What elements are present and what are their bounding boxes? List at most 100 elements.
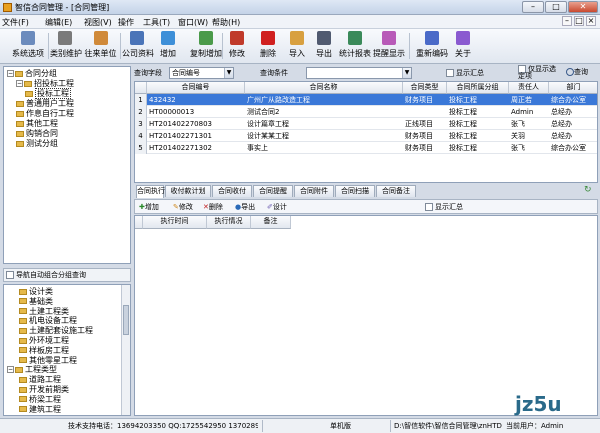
menu-view[interactable]: 视图(V)	[84, 17, 112, 28]
minimize-button[interactable]: –	[522, 1, 544, 13]
toolbar-edit-button[interactable]: 修改	[226, 31, 248, 59]
cell-contract-name[interactable]: 设计篇章工程	[247, 118, 401, 130]
only-selected-toggle[interactable]: 仅显示选定项	[518, 65, 562, 80]
toolbar-recode-button[interactable]: 重新编码	[414, 31, 450, 59]
nav-tree-node[interactable]: 土建工程类	[19, 307, 69, 316]
toolbar-copy-add-button[interactable]: 复制增加	[187, 31, 225, 59]
cell-contract-group[interactable]: 投标工程	[449, 118, 507, 130]
cell-contract-name[interactable]: 设计某某工程	[247, 130, 401, 142]
collapse-icon[interactable]: −	[16, 80, 23, 87]
detail-export-button[interactable]: ●导出	[235, 202, 255, 212]
detail-summary-checkbox[interactable]	[425, 203, 433, 211]
toolbar-tools-button[interactable]: 类别维护	[50, 31, 82, 59]
cell-contract-name[interactable]: 广州广从路改造工程	[247, 94, 401, 106]
dropdown-arrow-icon[interactable]: ▼	[402, 68, 411, 78]
cell-owner[interactable]: 关羽	[511, 130, 547, 142]
cell-owner[interactable]: 张飞	[511, 118, 547, 130]
menu-operation[interactable]: 操作	[118, 17, 134, 28]
detail-design-button[interactable]: ✐设计	[267, 202, 287, 212]
nav-tree-node[interactable]: 基础类	[19, 297, 53, 306]
toolbar-add-button[interactable]: 增加	[157, 31, 179, 59]
cell-contract-name[interactable]: 事实上	[247, 142, 401, 154]
row-number[interactable]: 1	[135, 94, 147, 106]
grid-col-contract-no[interactable]: 合同编号	[147, 82, 245, 94]
tree-node[interactable]: − 招投标工程	[16, 79, 74, 88]
grid-col-contract-group[interactable]: 合同所属分组	[447, 82, 509, 94]
menu-file[interactable]: 文件(F)	[2, 17, 29, 28]
cell-contract-no[interactable]: HT201402270803	[149, 118, 243, 130]
mdi-restore-icon[interactable]: □	[574, 16, 584, 26]
toolbar-report-button[interactable]: 统计报表	[338, 31, 372, 59]
row-number[interactable]: 4	[135, 130, 147, 142]
toolbar-person-button[interactable]: 往来单位	[83, 31, 118, 59]
detail-add-button[interactable]: ✚增加	[139, 202, 159, 212]
cell-contract-no[interactable]: HT201402271301	[149, 130, 243, 142]
cell-department[interactable]: 综合办公室	[551, 94, 597, 106]
collapse-icon[interactable]: −	[7, 366, 14, 374]
cell-contract-type[interactable]: 财务项目	[405, 142, 445, 154]
toolbar-delete-button[interactable]: 删除	[257, 31, 279, 59]
mdi-close-icon[interactable]: ×	[586, 16, 596, 26]
tab-3[interactable]: 合同提醒	[253, 185, 293, 197]
tree-node[interactable]: 其他工程	[16, 119, 58, 128]
toolbar-settings-button[interactable]: 系统选项	[12, 31, 44, 59]
nav-tree-node[interactable]: 机电设备工程	[19, 316, 77, 325]
tab-4[interactable]: 合同附件	[294, 185, 334, 197]
nav-tree-node[interactable]: 桥梁工程	[19, 395, 61, 404]
nav-tree-node[interactable]: − 工程类型	[7, 365, 57, 374]
cell-contract-no[interactable]: HT00000013	[149, 106, 243, 118]
tree-root[interactable]: − 合同分组	[7, 69, 57, 78]
toolbar-import-button[interactable]: 导入	[286, 31, 308, 59]
menu-edit[interactable]: 编辑(E)	[45, 17, 72, 28]
nav-tree-node[interactable]: 样板房工程	[19, 346, 69, 355]
toolbar-people-button[interactable]: 公司资料	[122, 31, 154, 59]
nav-tree-node[interactable]: 设计类	[19, 287, 53, 296]
nav-tree-node[interactable]: 其他零星工程	[19, 356, 77, 365]
tab-5[interactable]: 合同扫描	[335, 185, 375, 197]
cell-owner[interactable]: Admin	[511, 106, 547, 118]
row-number[interactable]: 2	[135, 106, 147, 118]
grid-col-contract-name[interactable]: 合同名称	[245, 82, 403, 94]
toolbar-export-button[interactable]: 导出	[313, 31, 335, 59]
cell-department[interactable]: 总经办	[551, 118, 597, 130]
grid-col-owner[interactable]: 责任人	[509, 82, 549, 94]
nav-query-bar[interactable]: 导航自动组合分组查询	[3, 268, 131, 282]
tab-6[interactable]: 合同备注	[376, 185, 416, 197]
cell-contract-no[interactable]: HT201402271302	[149, 142, 243, 154]
row-number[interactable]: 5	[135, 142, 147, 154]
nav-query-checkbox[interactable]	[6, 271, 14, 279]
tree-node[interactable]: 投标工程	[25, 88, 71, 99]
search-button[interactable]: 查询	[566, 67, 588, 77]
nav-tree-node[interactable]: 外环境工程	[19, 336, 69, 345]
detail-col-status[interactable]: 执行情况	[207, 216, 251, 229]
close-button[interactable]: ✕	[568, 1, 598, 13]
grid-col-department[interactable]: 部门	[549, 82, 597, 94]
cell-contract-no[interactable]: 432432	[149, 94, 243, 106]
collapse-icon[interactable]: −	[7, 70, 14, 77]
menu-window[interactable]: 窗口(W)	[178, 17, 208, 28]
nav-tree-node[interactable]: 道路工程	[19, 375, 61, 384]
detail-col-time[interactable]: 执行时间	[143, 216, 207, 229]
tree-node[interactable]: 普通用户工程	[16, 99, 74, 108]
grid-col-contract-type[interactable]: 合同类型	[403, 82, 447, 94]
detail-delete-button[interactable]: ✕删除	[203, 202, 223, 212]
cell-contract-group[interactable]: 投标工程	[449, 94, 507, 106]
cell-owner[interactable]: 张飞	[511, 142, 547, 154]
cell-contract-name[interactable]: 测试合同2	[247, 106, 401, 118]
cell-department[interactable]: 综合办公室	[551, 142, 597, 154]
summary-checkbox[interactable]	[446, 69, 454, 77]
cell-contract-type[interactable]: 财务项目	[405, 94, 445, 106]
tab-2[interactable]: 合同收付	[212, 185, 252, 197]
tree-node[interactable]: 测试分组	[16, 139, 58, 148]
cell-contract-group[interactable]: 投标工程	[449, 142, 507, 154]
query-field-select[interactable]: 合同编号 ▼	[169, 67, 234, 79]
cell-contract-group[interactable]: 投标工程	[449, 106, 507, 118]
nav-tree-scrollbar[interactable]	[121, 285, 130, 415]
nav-tree-node[interactable]: 开发前期类	[19, 385, 69, 394]
query-cond-input[interactable]: ▼	[306, 67, 412, 79]
cell-contract-type[interactable]: 正线项目	[405, 118, 445, 130]
menu-tools[interactable]: 工具(T)	[143, 17, 170, 28]
nav-tree-node[interactable]: 土建配套设施工程	[19, 326, 93, 335]
cell-owner[interactable]: 周正若	[511, 94, 547, 106]
detail-col-remark[interactable]: 备注	[251, 216, 291, 229]
